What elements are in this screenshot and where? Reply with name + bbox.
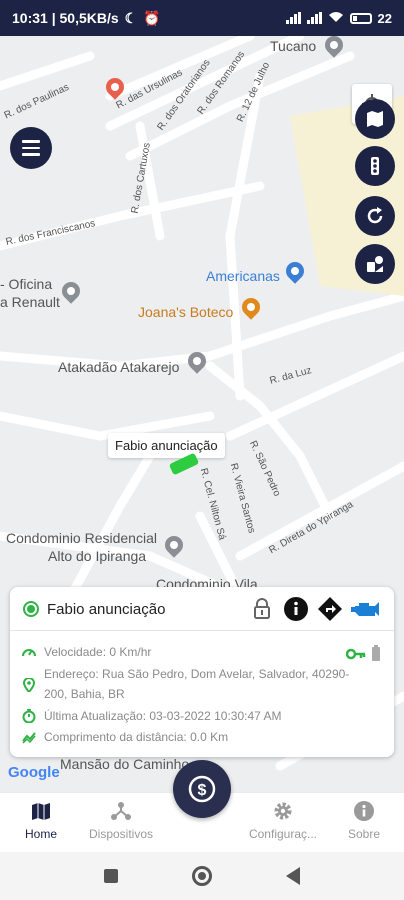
google-logo: Google (8, 764, 60, 781)
moon-icon: ☾ (124, 9, 138, 26)
status-time: 10:31 | 50,5KB/s (12, 10, 119, 26)
distance-row: Comprimento da distância: 0.0 Km (22, 730, 228, 744)
directions-icon[interactable] (318, 597, 342, 621)
distance-text: Comprimento da distância: 0.0 Km (44, 730, 229, 744)
place-mansao: Mansão do Caminho (60, 756, 190, 772)
traffic-light-icon (371, 157, 379, 175)
card-header: Fabio anunciação (10, 587, 394, 631)
speed-row: Velocidade: 0 Km/hr (22, 645, 151, 659)
place-americanas: Americanas (206, 268, 280, 284)
key-icon (346, 648, 366, 660)
signal-icon-2 (306, 12, 322, 24)
info-icon (354, 801, 374, 821)
vehicle-name: Fabio anunciação (47, 601, 166, 618)
alarm-icon: ⏰ (143, 9, 161, 26)
battery-level: 22 (377, 10, 392, 26)
svg-text:$: $ (198, 782, 207, 799)
trending-icon (22, 732, 36, 744)
nav-devices-label: Dispositivos (88, 827, 154, 841)
update-row: Última Atualização: 03-03-2022 10:30:47 … (22, 709, 281, 723)
nav-home-label: Home (24, 827, 57, 841)
engine-icon[interactable] (350, 597, 384, 621)
battery-status-icon (372, 645, 380, 661)
place-tucano: Tucano (270, 38, 317, 54)
online-status-icon (23, 601, 39, 617)
battery-icon (349, 12, 372, 24)
info-icon[interactable] (284, 597, 308, 621)
place-condominio: Condominio Residencial (6, 530, 157, 546)
place-oficina: - Oficina (0, 276, 53, 292)
nav-settings[interactable]: Configuraç... (238, 801, 328, 841)
map-icon (32, 803, 50, 820)
dollar-icon: $ (188, 775, 216, 803)
menu-button[interactable] (10, 127, 52, 169)
timer-icon (22, 709, 36, 723)
traffic-button[interactable] (355, 146, 395, 186)
home-button[interactable] (192, 866, 212, 886)
person-map-icon (367, 256, 383, 272)
last-update-text: Última Atualização: 03-03-2022 10:30:47 … (44, 709, 282, 723)
location-pin-icon (22, 678, 36, 692)
nav-settings-label: Configuraç... (248, 827, 318, 841)
recents-button[interactable] (104, 869, 118, 883)
signal-icon (285, 12, 301, 24)
place-oficina-2: a Renault (0, 294, 60, 310)
payment-fab-button[interactable]: $ (173, 760, 231, 818)
layers-button[interactable] (355, 244, 395, 284)
refresh-icon (367, 207, 383, 224)
address-text: Endereço: Rua São Pedro, Dom Avelar, Sal… (44, 667, 350, 701)
lock-icon[interactable] (250, 597, 274, 621)
nav-devices[interactable]: Dispositivos (76, 801, 166, 841)
nav-home[interactable]: Home (0, 801, 86, 841)
map-icon (367, 111, 383, 127)
nav-about[interactable]: Sobre (319, 801, 404, 841)
place-atakadao: Atakadão Atakarejo (58, 359, 180, 375)
gear-icon (274, 802, 292, 820)
status-bar: 10:31 | 50,5KB/s ☾ ⏰ 22 (0, 0, 404, 36)
speedometer-icon (22, 649, 36, 657)
devices-network-icon (111, 802, 131, 820)
system-navigation-bar (0, 852, 404, 900)
nav-about-label: Sobre (347, 827, 381, 841)
vehicle-marker-label[interactable]: Fabio anunciação (108, 433, 225, 458)
wifi-icon (328, 11, 344, 26)
back-button[interactable] (286, 867, 300, 885)
refresh-button[interactable] (355, 196, 395, 236)
vehicle-info-card: Fabio anunciação Velocidade: 0 Km/hr End… (10, 587, 394, 757)
speed-text: Velocidade: 0 Km/hr (44, 645, 152, 659)
place-condominio-2: Alto do Ipiranga (48, 548, 147, 564)
place-joanas: Joana's Boteco (138, 304, 234, 320)
map-type-button[interactable] (355, 99, 395, 139)
